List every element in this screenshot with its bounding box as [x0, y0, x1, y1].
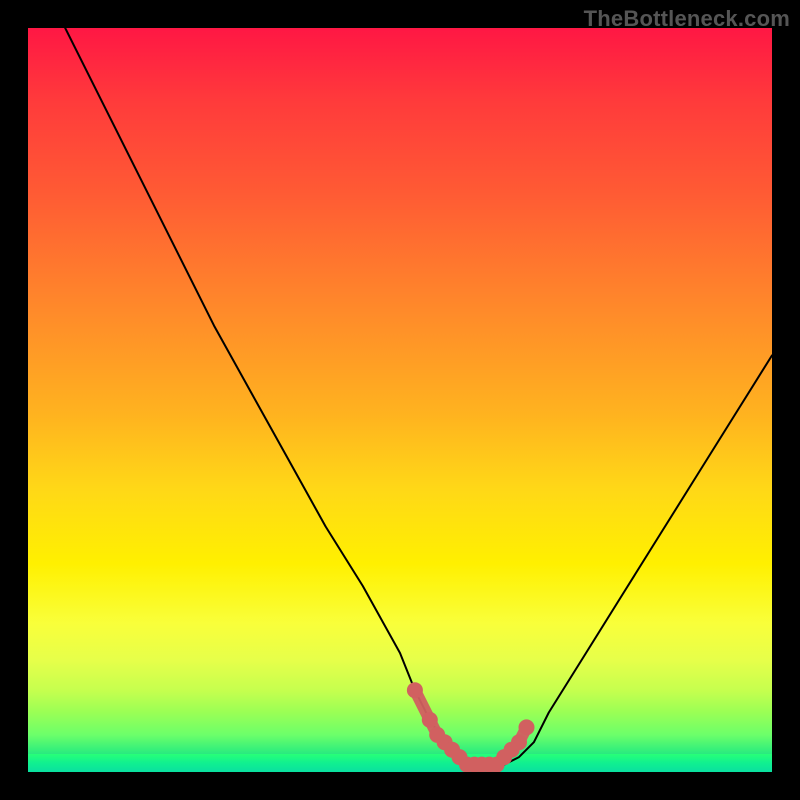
- curve-marker: [407, 682, 423, 698]
- bottleneck-curve: [65, 28, 772, 765]
- curve-marker: [422, 712, 438, 728]
- plot-area: [28, 28, 772, 772]
- chart-frame: TheBottleneck.com: [0, 0, 800, 800]
- watermark-text: TheBottleneck.com: [584, 6, 790, 32]
- curve-marker: [519, 719, 535, 735]
- curve-svg: [28, 28, 772, 772]
- curve-marker: [511, 734, 527, 750]
